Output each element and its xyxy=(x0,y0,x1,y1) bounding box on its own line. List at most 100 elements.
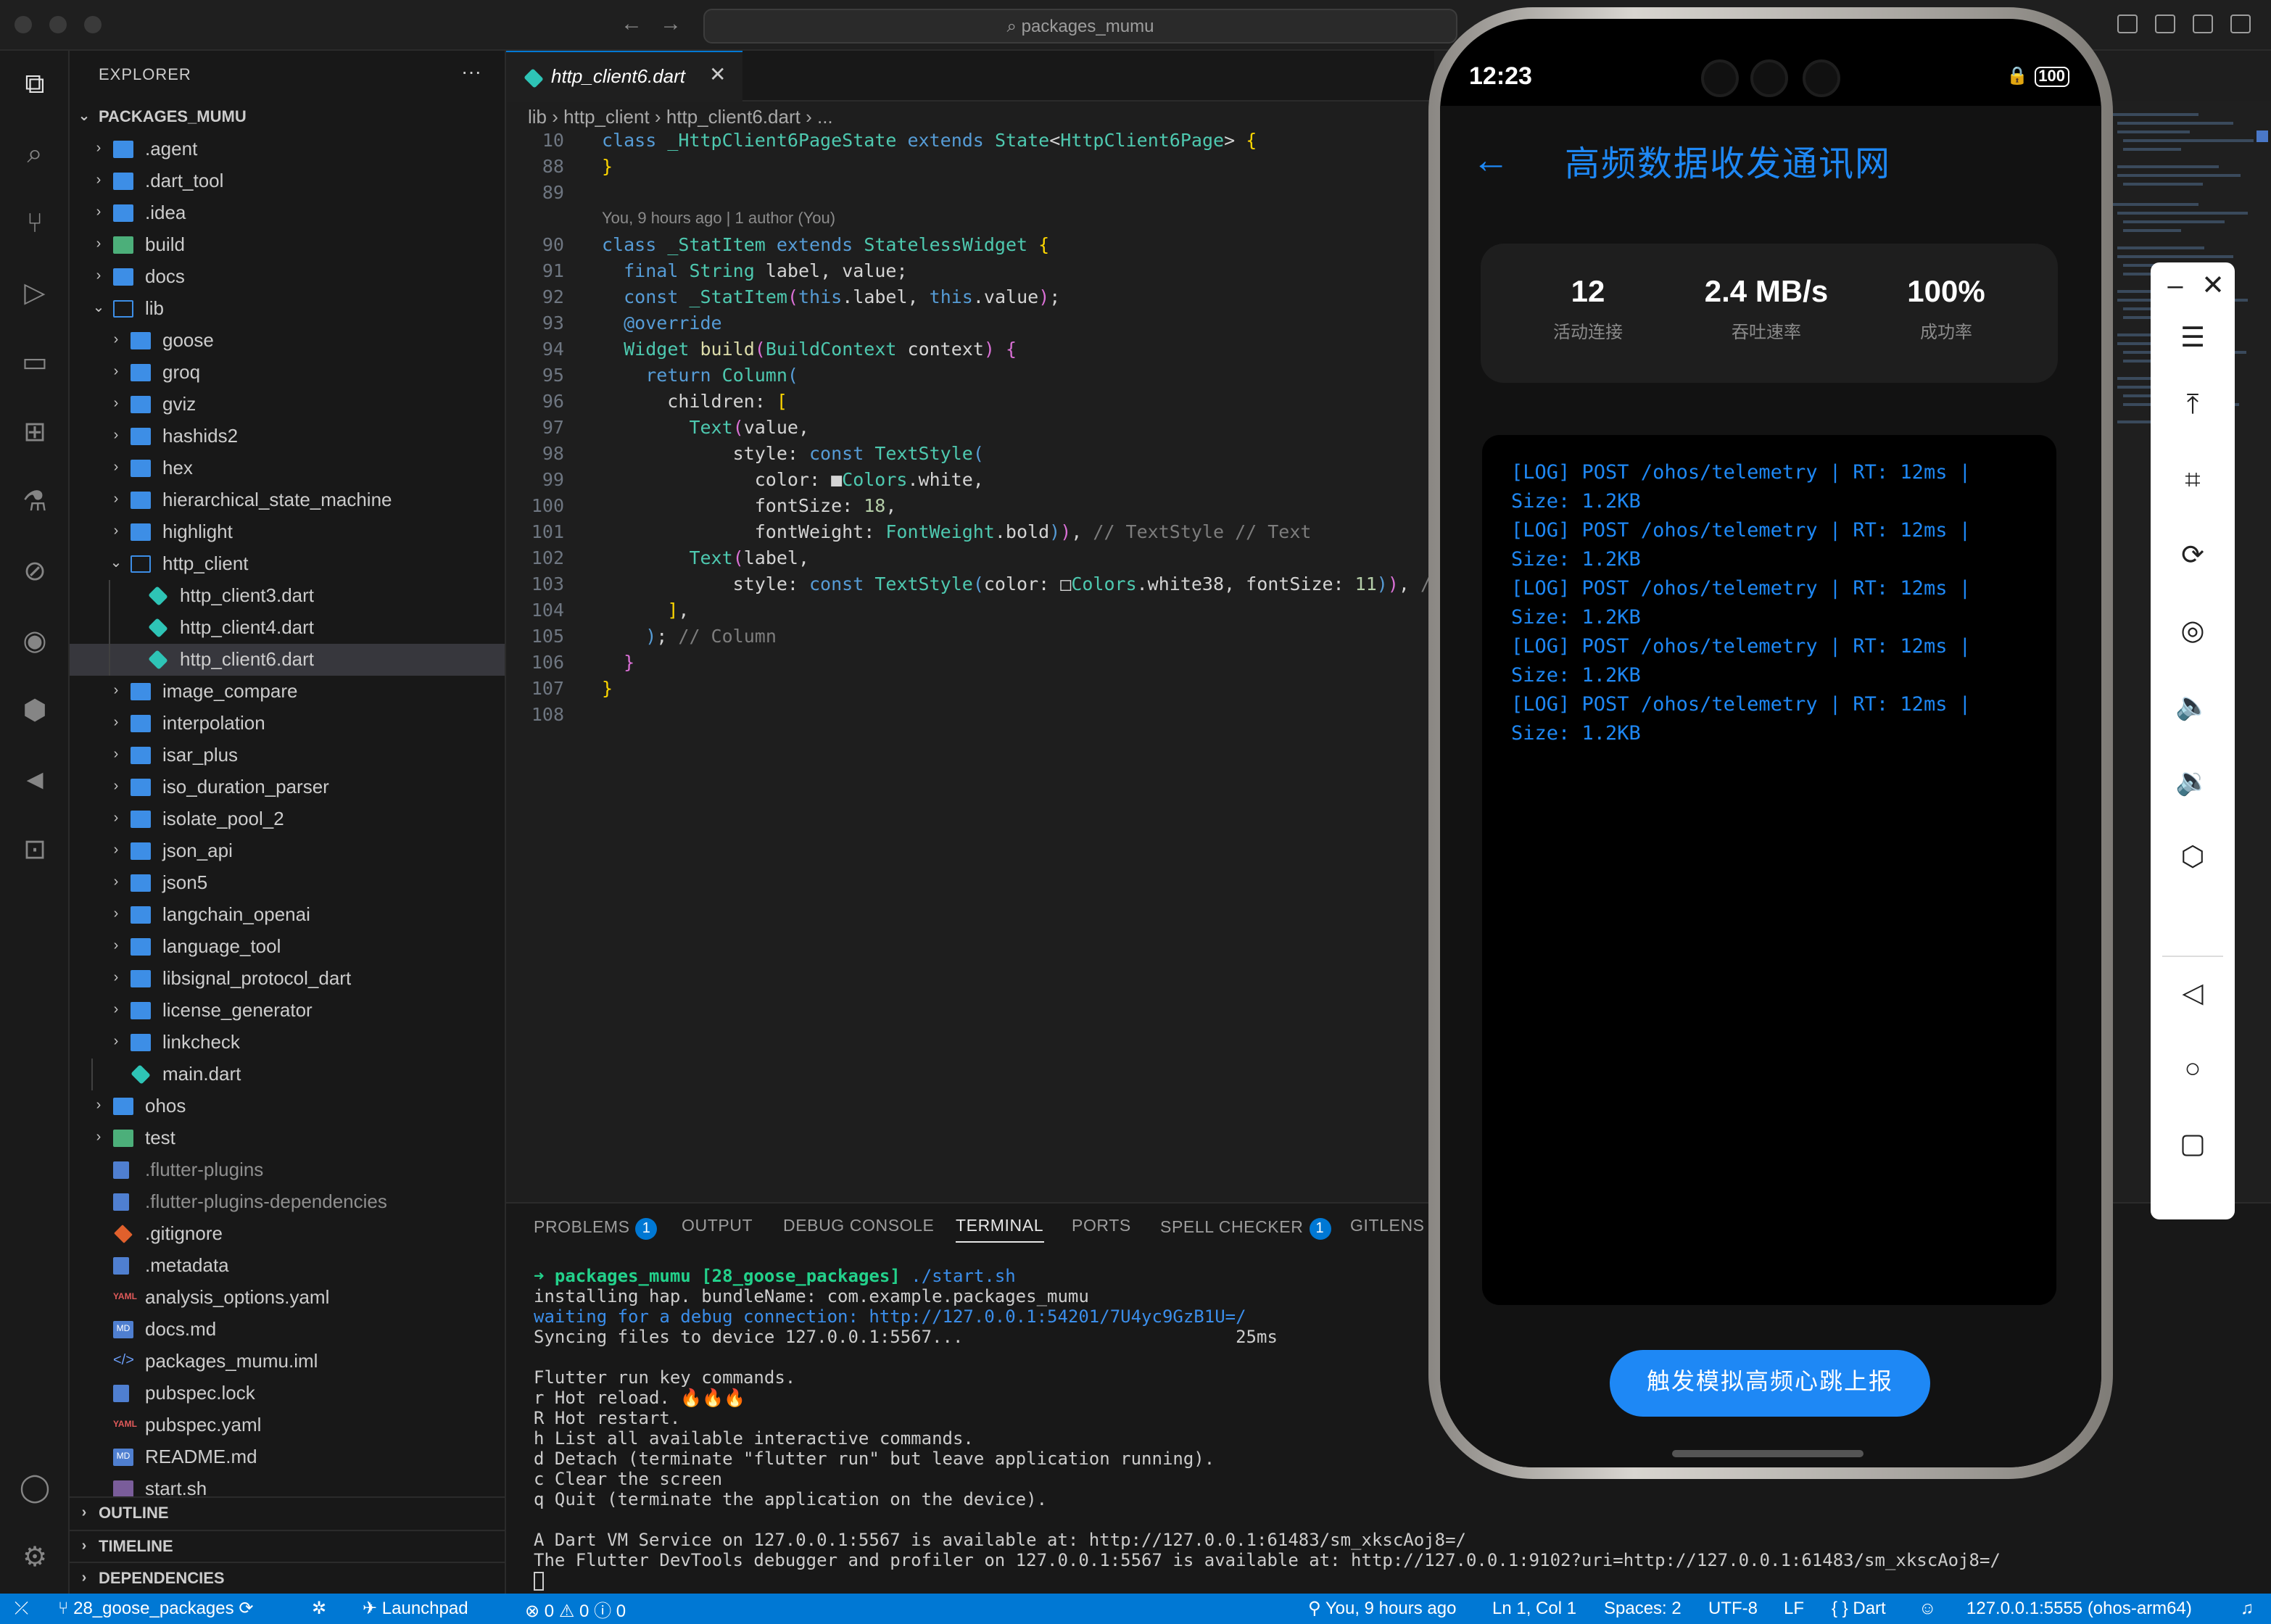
tab-http-client6[interactable]: http_client6.dart ✕ xyxy=(506,51,742,102)
close-icon[interactable]: ✕ xyxy=(709,62,726,87)
extensions-icon[interactable]: ⊞ xyxy=(17,416,52,451)
search-icon[interactable]: ⌕ xyxy=(17,138,52,173)
tree-item[interactable]: › ohos xyxy=(70,1090,505,1122)
minimize-window-button[interactable] xyxy=(49,16,67,33)
toggle-panel-icon[interactable] xyxy=(2193,14,2213,33)
copilot-icon[interactable]: ☺ xyxy=(1919,1598,1937,1618)
back-arrow-icon[interactable]: ← xyxy=(1472,138,1510,183)
tree-item[interactable]: › linkcheck xyxy=(70,1027,505,1058)
volume-down-icon[interactable]: 🔉 xyxy=(2174,764,2212,802)
launchpad-item[interactable]: ✈ Launchpad xyxy=(363,1598,468,1618)
flutter-icon[interactable]: ◄ xyxy=(17,764,52,799)
tree-item[interactable]: › test xyxy=(70,1122,505,1154)
timeline-section[interactable]: › TIMELINE xyxy=(70,1530,505,1562)
home-nav-icon[interactable]: ○ xyxy=(2174,1051,2212,1089)
breadcrumb-http-client[interactable]: http_client xyxy=(563,106,650,128)
home-indicator[interactable] xyxy=(1672,1450,1863,1457)
tree-item[interactable]: › .idea xyxy=(70,197,505,229)
tree-item[interactable]: .gitignore xyxy=(70,1218,505,1250)
tree-item[interactable]: › hex xyxy=(70,452,505,484)
workspace-root[interactable]: ⌄ PACKAGES_MUMU xyxy=(70,102,505,133)
codelens-blame[interactable]: You, 9 hours ago | 1 author (You) xyxy=(506,206,1434,232)
blame-item[interactable]: ⚲ You, 9 hours ago xyxy=(1308,1598,1456,1618)
menu-icon[interactable]: ☰ xyxy=(2174,320,2212,358)
source-control-icon[interactable]: ⑂ xyxy=(17,207,52,242)
remote-explorer-icon[interactable]: ▭ xyxy=(17,347,52,381)
close-icon[interactable]: ✕ xyxy=(2194,268,2232,306)
tab-terminal[interactable]: TERMINAL xyxy=(956,1218,1044,1243)
tree-item[interactable]: main.dart xyxy=(70,1058,505,1090)
line-ending[interactable]: LF xyxy=(1784,1598,1804,1618)
tree-item[interactable]: › .agent xyxy=(70,133,505,165)
cursor-position[interactable]: Ln 1, Col 1 xyxy=(1492,1598,1576,1618)
encoding[interactable]: UTF-8 xyxy=(1708,1598,1758,1618)
tree-item[interactable]: › hashids2 xyxy=(70,420,505,452)
dependencies-section[interactable]: › DEPENDENCIES xyxy=(70,1562,505,1594)
tree-item[interactable]: › langchain_openai xyxy=(70,899,505,931)
tree-item[interactable]: › iso_duration_parser xyxy=(70,771,505,803)
git-graph-icon[interactable]: ⊘ xyxy=(17,555,52,590)
toggle-sidebar-icon[interactable] xyxy=(2155,14,2175,33)
tree-item[interactable]: › language_tool xyxy=(70,931,505,963)
recents-nav-icon[interactable]: ▢ xyxy=(2174,1127,2212,1164)
volume-up-icon[interactable]: 🔈 xyxy=(2174,689,2212,726)
indentation[interactable]: Spaces: 2 xyxy=(1604,1598,1681,1618)
docker-icon[interactable]: ⬢ xyxy=(17,695,52,729)
pin-icon[interactable]: ⤒ xyxy=(2174,387,2212,425)
screen-record-icon[interactable]: ◎ xyxy=(2174,613,2212,651)
tree-item[interactable]: MD README.md xyxy=(70,1441,505,1473)
tree-item[interactable]: MD docs.md xyxy=(70,1314,505,1346)
tab-problems[interactable]: PROBLEMS 1 xyxy=(534,1218,658,1240)
tree-item[interactable]: › license_generator xyxy=(70,995,505,1027)
code-editor[interactable]: 10 class _HttpClient6PageState extends St… xyxy=(506,128,1442,1208)
tab-gitlens[interactable]: GITLENS xyxy=(1350,1218,1425,1235)
outline-section[interactable]: › OUTLINE xyxy=(70,1496,505,1528)
project-manager-icon[interactable]: ⊡ xyxy=(17,834,52,869)
tree-item[interactable]: › .dart_tool xyxy=(70,165,505,197)
device-selector[interactable]: 127.0.0.1:5555 (ohos-arm64) xyxy=(1966,1598,2192,1618)
gitlens-icon[interactable]: ◉ xyxy=(17,625,52,660)
customize-layout-icon[interactable] xyxy=(2117,14,2138,33)
account-icon[interactable]: ◯ xyxy=(17,1472,52,1507)
trigger-heartbeat-button[interactable]: 触发模拟高频心跳上报 xyxy=(1610,1350,1930,1417)
nav-back-button[interactable]: ← xyxy=(621,12,642,36)
minimize-icon[interactable]: – xyxy=(2156,268,2194,306)
notifications-bell-icon[interactable]: ♫ xyxy=(2241,1598,2254,1618)
files-icon[interactable]: ⧉ xyxy=(17,68,52,103)
tree-item[interactable]: </> packages_mumu.iml xyxy=(70,1346,505,1378)
breadcrumb-symbol[interactable]: ... xyxy=(817,106,833,128)
tree-item[interactable]: http_client4.dart xyxy=(70,612,505,644)
tree-item[interactable]: › hierarchical_state_machine xyxy=(70,484,505,516)
tree-item[interactable]: .flutter-plugins xyxy=(70,1154,505,1186)
tree-item[interactable]: › json5 xyxy=(70,867,505,899)
settings-gear-icon[interactable]: ⚙ xyxy=(17,1541,52,1576)
tab-ports[interactable]: PORTS xyxy=(1072,1218,1131,1235)
tree-item[interactable]: › isolate_pool_2 xyxy=(70,803,505,835)
branch-item[interactable]: ⑂ 28_goose_packages ⟳ xyxy=(58,1598,253,1618)
run-debug-icon[interactable]: ▷ xyxy=(17,277,52,312)
tab-spell-checker[interactable]: SPELL CHECKER 1 xyxy=(1160,1218,1331,1240)
tree-item[interactable]: › libsignal_protocol_dart xyxy=(70,963,505,995)
tree-item[interactable]: YAML analysis_options.yaml xyxy=(70,1282,505,1314)
explorer-more-button[interactable]: ··· xyxy=(461,59,481,83)
tree-item[interactable]: › build xyxy=(70,229,505,261)
tree-item[interactable]: › isar_plus xyxy=(70,740,505,771)
problems-item[interactable]: ⊗ 0 ⚠ 0 ⓘ 0 xyxy=(525,1598,626,1623)
tree-item[interactable]: › highlight xyxy=(70,516,505,548)
tree-item[interactable]: http_client3.dart xyxy=(70,580,505,612)
crop-icon[interactable]: ⌗ xyxy=(2174,463,2212,500)
nav-forward-button[interactable]: → xyxy=(660,12,682,36)
rotate-icon[interactable]: ⟳ xyxy=(2174,538,2212,576)
tab-debug-console[interactable]: DEBUG CONSOLE xyxy=(783,1218,934,1235)
tree-item[interactable]: › docs xyxy=(70,261,505,293)
tree-item[interactable]: http_client6.dart xyxy=(70,644,505,676)
tree-item[interactable]: ⌄ lib xyxy=(70,293,505,325)
tab-output[interactable]: OUTPUT xyxy=(682,1218,753,1235)
tree-item[interactable]: › interpolation xyxy=(70,708,505,740)
tree-item[interactable]: .flutter-plugins-dependencies xyxy=(70,1186,505,1218)
tree-item[interactable]: › goose xyxy=(70,325,505,357)
zoom-window-button[interactable] xyxy=(84,16,102,33)
close-window-button[interactable] xyxy=(15,16,32,33)
testing-icon[interactable]: ⚗ xyxy=(17,486,52,521)
tree-item[interactable]: › gviz xyxy=(70,389,505,420)
